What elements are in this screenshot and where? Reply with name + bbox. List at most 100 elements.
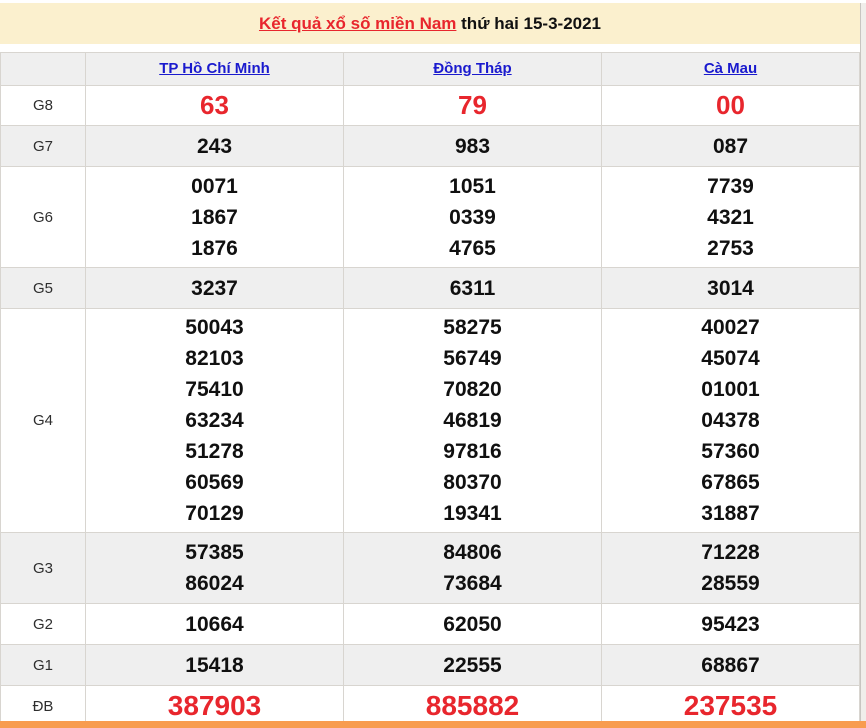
result-value: 19341: [443, 502, 502, 525]
prize-row-g5: G5 3237 6311 3014: [0, 267, 860, 309]
result-value: 58275: [443, 316, 502, 339]
result-cell: 57385 86024: [85, 532, 344, 604]
result-value: 885882: [425, 690, 520, 721]
result-value: 75410: [185, 378, 244, 401]
result-value: 3014: [707, 276, 754, 300]
result-value: 86024: [185, 572, 244, 595]
result-cell: 10664: [85, 603, 344, 645]
result-value: 79: [458, 90, 487, 120]
result-value: 0071: [191, 174, 238, 198]
prize-label: G8: [0, 85, 86, 126]
result-value: 80370: [443, 471, 502, 494]
result-value: 983: [454, 134, 491, 158]
prize-label: G3: [0, 532, 86, 604]
result-value: 243: [196, 134, 233, 158]
prize-row-g8: G8 63 79 00: [0, 85, 860, 126]
result-value: 84806: [443, 541, 502, 564]
result-value: 70129: [185, 502, 244, 525]
result-value: 087: [712, 134, 749, 158]
result-value: 46819: [443, 409, 502, 432]
column-link-dongthap[interactable]: Đồng Tháp: [433, 60, 511, 77]
result-cell: 00: [601, 85, 860, 126]
result-cell: 22555: [343, 644, 602, 686]
result-cell: 50043 82103 75410 63234 51278 60569 7012…: [85, 308, 344, 533]
result-cell: 95423: [601, 603, 860, 645]
result-value: 6311: [449, 276, 496, 300]
result-value: 1867: [191, 205, 238, 229]
result-value: 68867: [701, 653, 760, 677]
result-value: 71228: [701, 541, 760, 564]
result-value: 0339: [449, 205, 496, 229]
result-cell: 68867: [601, 644, 860, 686]
result-value: 3237: [191, 276, 238, 300]
result-value: 45074: [701, 347, 760, 370]
result-cell: 7739 4321 2753: [601, 166, 860, 268]
prize-row-g7: G7 243 983 087: [0, 125, 860, 167]
result-value: 63: [200, 90, 229, 120]
result-cell: 3237: [85, 267, 344, 309]
result-value: 51278: [185, 440, 244, 463]
result-cell: 15418: [85, 644, 344, 686]
result-value: 73684: [443, 572, 502, 595]
header-row: TP Hồ Chí Minh Đồng Tháp Cà Mau: [0, 52, 860, 86]
title-link[interactable]: Kết quả xổ số miền Nam: [259, 14, 456, 34]
column-link-tphcm[interactable]: TP Hồ Chí Minh: [159, 60, 270, 77]
result-cell: 243: [85, 125, 344, 167]
result-value: 70820: [443, 378, 502, 401]
result-value: 10664: [185, 612, 244, 636]
result-cell: 84806 73684: [343, 532, 602, 604]
result-value: 50043: [185, 316, 244, 339]
prize-label: G2: [0, 603, 86, 645]
results-table: TP Hồ Chí Minh Đồng Tháp Cà Mau G8 63 79…: [0, 52, 860, 727]
result-cell: 087: [601, 125, 860, 167]
result-cell: 79: [343, 85, 602, 126]
prize-label: G7: [0, 125, 86, 167]
column-link-camau[interactable]: Cà Mau: [704, 60, 757, 77]
result-value: 4321: [707, 205, 754, 229]
result-cell: 983: [343, 125, 602, 167]
result-cell: 71228 28559: [601, 532, 860, 604]
result-value: 7739: [707, 174, 754, 198]
result-cell: 62050: [343, 603, 602, 645]
result-value: 40027: [701, 316, 760, 339]
result-value: 15418: [185, 653, 244, 677]
result-value: 2753: [707, 236, 754, 260]
prize-row-g4: G4 50043 82103 75410 63234 51278 60569 7…: [0, 308, 860, 533]
result-value: 4765: [449, 236, 496, 260]
result-value: 57385: [185, 541, 244, 564]
title-bar: Kết quả xổ số miền Nam thứ hai 15-3-2021: [0, 3, 860, 44]
result-value: 387903: [167, 690, 262, 721]
result-value: 31887: [701, 502, 760, 525]
result-cell: 6311: [343, 267, 602, 309]
result-value: 62050: [443, 612, 502, 636]
right-edge-strip: [860, 3, 866, 721]
result-cell: 40027 45074 01001 04378 57360 67865 3188…: [601, 308, 860, 533]
result-value: 01001: [701, 378, 760, 401]
prize-label: G1: [0, 644, 86, 686]
result-cell: 3014: [601, 267, 860, 309]
prize-row-g3: G3 57385 86024 84806 73684 71228 28559: [0, 532, 860, 604]
result-value: 82103: [185, 347, 244, 370]
prize-row-g2: G2 10664 62050 95423: [0, 603, 860, 645]
prize-row-g1: G1 15418 22555 68867: [0, 644, 860, 686]
page-title-date: thứ hai 15-3-2021: [456, 13, 602, 33]
result-cell: 0071 1867 1876: [85, 166, 344, 268]
prize-label: G4: [0, 308, 86, 533]
result-value: 237535: [683, 690, 778, 721]
result-value: 22555: [443, 653, 502, 677]
prize-row-g6: G6 0071 1867 1876 1051 0339 4765 7739 43…: [0, 166, 860, 268]
prize-label: G6: [0, 166, 86, 268]
result-value: 60569: [185, 471, 244, 494]
result-value: 04378: [701, 409, 760, 432]
result-value: 67865: [701, 471, 760, 494]
result-value: 63234: [185, 409, 244, 432]
bottom-orange-bar: [0, 721, 866, 728]
result-value: 00: [716, 90, 745, 120]
result-value: 28559: [701, 572, 760, 595]
result-value: 56749: [443, 347, 502, 370]
page: Kết quả xổ số miền Nam thứ hai 15-3-2021…: [0, 3, 866, 728]
result-cell: 1051 0339 4765: [343, 166, 602, 268]
result-value: 95423: [701, 612, 760, 636]
result-value: 1876: [191, 236, 238, 260]
header-empty-cell: [0, 52, 86, 86]
